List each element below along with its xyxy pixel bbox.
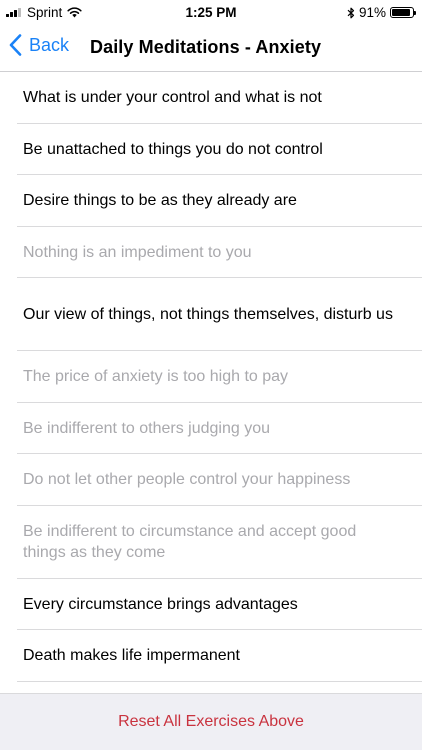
list-item-label: Nothing is an impediment to you <box>23 243 252 261</box>
list-item-label: Be unattached to things you do not contr… <box>23 140 323 158</box>
list-item[interactable]: Be indifferent to circumstance and accep… <box>0 506 422 579</box>
page-title: Daily Meditations - Anxiety <box>90 37 322 57</box>
list-item[interactable]: Do not let other people control your hap… <box>0 454 422 506</box>
list-item[interactable]: Our view of things, not things themselve… <box>0 278 422 351</box>
list-item-label: Do not let other people control your hap… <box>23 471 351 489</box>
battery-percent: 91% <box>358 5 386 20</box>
list-item-label: Be indifferent to others judging you <box>23 419 270 437</box>
back-button[interactable]: Back <box>9 34 69 56</box>
meditation-list: What is under your control and what is n… <box>0 72 422 682</box>
list-item[interactable]: Nothing is an impediment to you <box>0 227 422 279</box>
reset-all-button[interactable]: Reset All Exercises Above <box>118 713 304 731</box>
list-item[interactable]: Desire things to be as they already are <box>0 175 422 227</box>
list-item-label: The price of anxiety is too high to pay <box>23 368 289 386</box>
status-right: 91% <box>347 5 416 20</box>
battery-icon <box>390 7 416 18</box>
list-item-label: Desire things to be as they already are <box>23 192 297 210</box>
navigation-bar: Back Daily Meditations - Anxiety <box>0 26 422 72</box>
list-item[interactable]: Be unattached to things you do not contr… <box>0 124 422 176</box>
list-item-label: Every circumstance brings advantages <box>23 595 298 613</box>
chevron-left-icon <box>9 34 22 56</box>
list-item[interactable]: Be indifferent to others judging you <box>0 403 422 455</box>
battery-fill <box>392 9 411 16</box>
list-item[interactable]: The price of anxiety is too high to pay <box>0 351 422 403</box>
list-item-label: What is under your control and what is n… <box>23 89 322 107</box>
status-bar: Sprint 1:25 PM 91% <box>0 0 422 26</box>
list-item[interactable]: Every circumstance brings advantages <box>0 579 422 631</box>
list-item[interactable]: What is under your control and what is n… <box>0 72 422 124</box>
bluetooth-icon <box>347 7 355 18</box>
list-item-label: Be indifferent to circumstance and accep… <box>23 523 357 561</box>
list-item-label: Our view of things, not things themselve… <box>23 306 393 323</box>
list-item-label: Death makes life impermanent <box>23 647 240 665</box>
list-item[interactable]: Death makes life impermanent <box>0 630 422 682</box>
footer-bar: Reset All Exercises Above <box>0 693 422 750</box>
back-label: Back <box>29 34 70 55</box>
